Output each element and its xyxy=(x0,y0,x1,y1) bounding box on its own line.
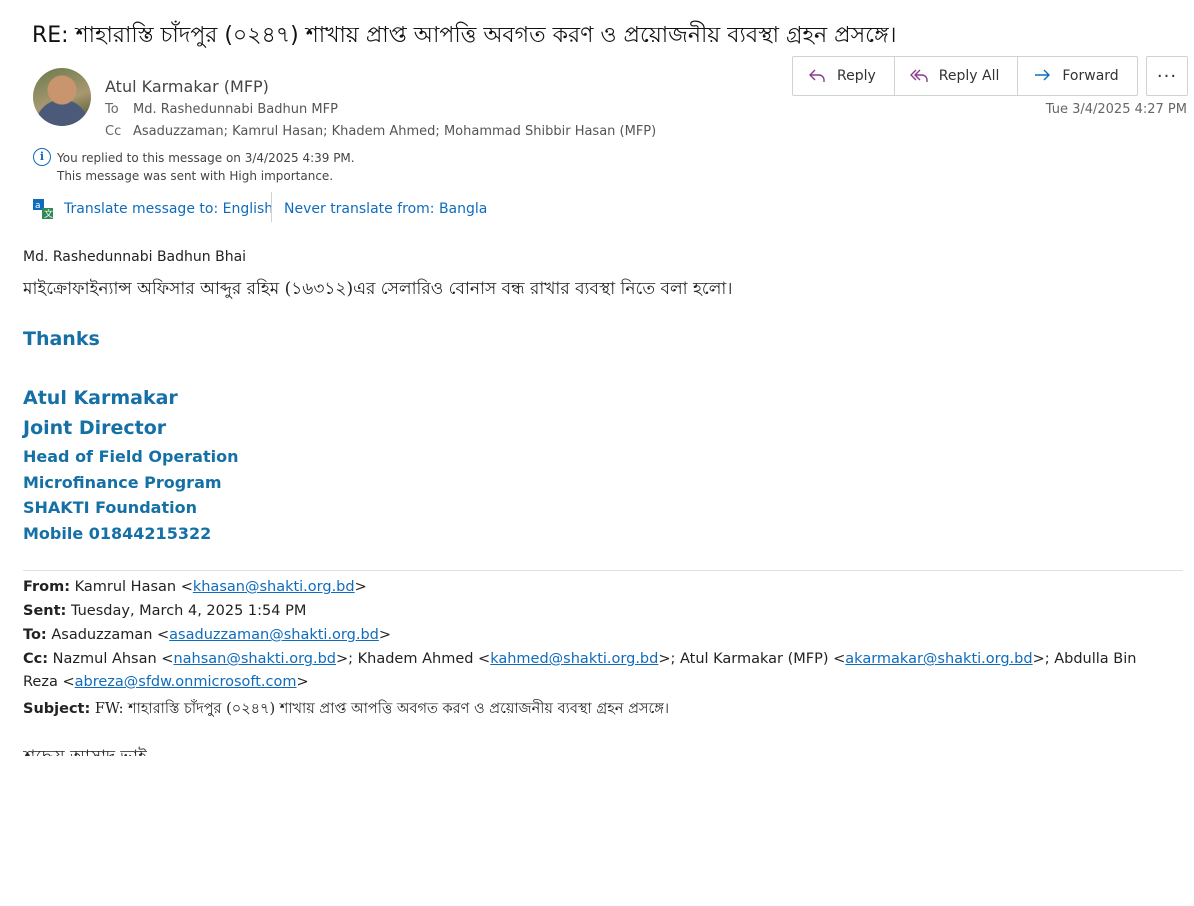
fw-to-end: > xyxy=(378,627,392,643)
fw-truncated-line: শ্রদ্ধেয় আসাদ ভাই xyxy=(23,744,323,756)
fw-cc4-name: >; Abdulla Bin xyxy=(1032,651,1137,667)
fw-sent-value: Tuesday, March 4, 2025 1:54 PM xyxy=(70,603,307,619)
fw-cc4-cont: Reza < xyxy=(23,674,75,690)
forward-button[interactable]: Forward xyxy=(1018,57,1136,95)
forward-icon xyxy=(1035,69,1051,81)
fw-cc3-email-link[interactable]: akarmakar@shakti.org.bd xyxy=(845,651,1032,667)
signature-mobile: Mobile 01844215322 xyxy=(23,524,212,543)
signature-org: SHAKTI Foundation xyxy=(23,498,197,517)
fw-from-email-link[interactable]: khasan@shakti.org.bd xyxy=(193,579,355,595)
fw-cc: Cc: Nazmul Ahsan <nahsan@shakti.org.bd>;… xyxy=(23,651,1136,667)
importance-info: This message was sent with High importan… xyxy=(57,169,334,183)
sender-name[interactable]: Atul Karmakar (MFP) xyxy=(105,77,269,96)
cc-recipients[interactable]: Asaduzzaman; Kamrul Hasan; Khadem Ahmed;… xyxy=(133,124,656,139)
signature-title: Joint Director xyxy=(23,417,167,439)
to-label: To xyxy=(105,102,119,117)
sender-avatar[interactable] xyxy=(33,68,91,126)
fw-to-email-link[interactable]: asaduzzaman@shakti.org.bd xyxy=(169,627,379,643)
info-icon: i xyxy=(33,148,51,166)
fw-cc2-name: >; Khadem Ahmed < xyxy=(336,651,491,667)
cc-row: Cc Asaduzzaman; Kamrul Hasan; Khadem Ahme… xyxy=(105,124,656,139)
fw-cc4-email-link[interactable]: abreza@sfdw.onmicrosoft.com xyxy=(75,674,297,690)
cc-label: Cc xyxy=(105,124,122,139)
fw-sent: Sent: Tuesday, March 4, 2025 1:54 PM xyxy=(23,603,306,619)
sent-date: Tue 3/4/2025 4:27 PM xyxy=(1045,102,1187,117)
greeting: Md. Rashedunnabi Badhun Bhai xyxy=(23,249,247,265)
reply-all-label: Reply All xyxy=(938,68,1000,84)
body-line: মাইক্রোফাইন্যান্স অফিসার আব্দুর রহিম (১৬… xyxy=(23,279,733,299)
fw-to: To: Asaduzzaman <asaduzzaman@shakti.org.… xyxy=(23,627,391,643)
more-actions-button[interactable]: ··· xyxy=(1146,56,1188,96)
message-actions: Reply Reply All Forward xyxy=(792,56,1138,96)
reply-label: Reply xyxy=(837,68,876,84)
forward-divider xyxy=(23,570,1183,571)
replied-info: You replied to this message on 3/4/2025 … xyxy=(57,151,355,165)
fw-subject-label: Subject: xyxy=(23,701,91,717)
fw-cc3-name: >; Atul Karmakar (MFP) < xyxy=(658,651,846,667)
svg-text:a: a xyxy=(35,201,41,211)
reply-button[interactable]: Reply xyxy=(793,57,895,95)
fw-from-end: > xyxy=(354,579,367,595)
fw-cc2-email-link[interactable]: kahmed@shakti.org.bd xyxy=(490,651,658,667)
fw-sent-label: Sent: xyxy=(23,603,67,619)
reply-all-icon xyxy=(909,69,928,82)
svg-text:文: 文 xyxy=(44,208,53,220)
fw-subject-value: FW: শাহারাস্তি চাঁদপুর (০২৪৭) শাখায় প্র… xyxy=(94,701,670,717)
thanks-text: Thanks xyxy=(23,328,100,350)
fw-from: From: Kamrul Hasan <khasan@shakti.org.bd… xyxy=(23,579,367,595)
fw-from-name: Kamrul Hasan < xyxy=(74,579,193,595)
fw-to-name: Asaduzzaman < xyxy=(51,627,170,643)
translate-divider xyxy=(271,192,272,222)
fw-cc-cont: Reza <abreza@sfdw.onmicrosoft.com> xyxy=(23,674,309,690)
fw-cc1-name: Nazmul Ahsan < xyxy=(52,651,174,667)
fw-subject: Subject: FW: শাহারাস্তি চাঁদপুর (০২৪৭) শ… xyxy=(23,698,669,722)
signature-name: Atul Karmakar xyxy=(23,387,178,409)
message-subject: RE: শাহারাস্তি চাঁদপুর (০২৪৭) শাখায় প্র… xyxy=(32,23,897,48)
never-translate-link[interactable]: Never translate from: Bangla xyxy=(284,201,487,217)
reply-icon xyxy=(809,69,825,82)
fw-cc-label: Cc: xyxy=(23,651,49,667)
signature-program: Microfinance Program xyxy=(23,473,222,492)
reply-all-button[interactable]: Reply All xyxy=(895,57,1019,95)
to-recipients[interactable]: Md. Rashedunnabi Badhun MFP xyxy=(133,102,338,117)
forward-label: Forward xyxy=(1062,68,1119,84)
to-row: To Md. Rashedunnabi Badhun MFP xyxy=(105,102,338,117)
fw-from-label: From: xyxy=(23,579,70,595)
translate-message-link[interactable]: Translate message to: English xyxy=(64,201,273,217)
fw-cc1-email-link[interactable]: nahsan@shakti.org.bd xyxy=(173,651,336,667)
translate-icon: a 文 xyxy=(33,199,53,220)
signature-role: Head of Field Operation xyxy=(23,447,239,466)
fw-cc4-end: > xyxy=(296,674,309,690)
fw-to-label: To: xyxy=(23,627,47,643)
